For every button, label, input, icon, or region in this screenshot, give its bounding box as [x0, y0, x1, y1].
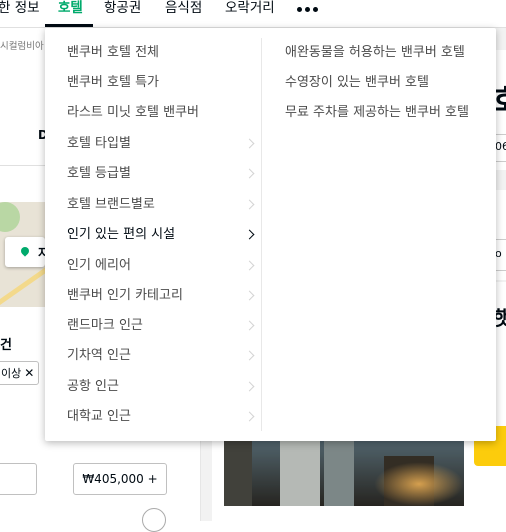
- date-field-value: 06: [495, 140, 506, 153]
- nav-restaurants[interactable]: 음식점: [165, 0, 202, 18]
- menu-item-label: 기차역 인근: [67, 348, 131, 363]
- menu-item-label: 밴쿠버 호텔 전체: [67, 45, 159, 60]
- menu-item-last-minute[interactable]: 라스트 미닛 호텔 밴쿠버: [67, 102, 261, 124]
- menu-item-label: 호텔 브랜드별로: [67, 197, 155, 212]
- menu-item-popular-amenities[interactable]: 인기 있는 편의 시설: [67, 224, 261, 246]
- chevron-right-icon: [244, 138, 255, 149]
- menu-item-label: 인기 에리어: [67, 258, 131, 273]
- menu-item-label: 호텔 등급별: [67, 166, 131, 181]
- dropdown-categories: 밴쿠버 호텔 전체 밴쿠버 호텔 특가 라스트 미닛 호텔 밴쿠버 호텔 타입별…: [45, 28, 261, 441]
- menu-item-label: 인기 있는 편의 시설: [67, 227, 176, 242]
- menu-item-popular-areas[interactable]: 인기 에리어: [67, 255, 261, 277]
- map-pin-icon: [19, 245, 31, 257]
- menu-item-popular-categories[interactable]: 밴쿠버 인기 카테고리: [67, 285, 261, 307]
- close-icon[interactable]: ✕: [24, 366, 34, 380]
- submenu-item-with-pool[interactable]: 수영장이 있는 밴쿠버 호텔: [285, 72, 429, 94]
- view-map-button[interactable]: 지: [5, 237, 49, 267]
- chevron-right-icon: [244, 290, 255, 301]
- filter-heading: 건: [0, 338, 12, 353]
- active-tab-indicator: [45, 24, 93, 27]
- guests-field-value: o: [495, 247, 502, 260]
- chevron-right-icon: [244, 199, 255, 210]
- menu-item-by-type[interactable]: 호텔 타입별: [67, 133, 261, 155]
- menu-item-label: 밴쿠버 인기 카테고리: [67, 288, 183, 303]
- more-dots-icon[interactable]: [297, 7, 318, 12]
- menu-item-label: 라스트 미닛 호텔 밴쿠버: [67, 105, 199, 120]
- nav-flights[interactable]: 항공권: [104, 0, 141, 18]
- menu-item-near-universities[interactable]: 대학교 인근: [67, 406, 261, 428]
- submenu-item-free-parking[interactable]: 무료 주차를 제공하는 밴쿠버 호텔: [285, 102, 469, 124]
- nav-hotels[interactable]: 호텔: [58, 0, 83, 18]
- active-filter-chip[interactable]: 이상 ✕: [0, 361, 40, 385]
- max-price-button[interactable]: ₩405,000 +: [73, 463, 167, 495]
- menu-item-by-brand[interactable]: 호텔 브랜드별로: [67, 194, 261, 216]
- chevron-right-icon: [244, 350, 255, 361]
- radio-option[interactable]: [142, 508, 166, 532]
- menu-item-near-landmarks[interactable]: 랜드마크 인근: [67, 315, 261, 337]
- chip-label: 이상: [1, 367, 22, 380]
- menu-item-label: 랜드마크 인근: [67, 318, 143, 333]
- nav-things-to-do[interactable]: 오락거리: [225, 0, 275, 18]
- menu-item-label: 대학교 인근: [67, 409, 131, 424]
- chevron-right-icon: [244, 229, 255, 240]
- menu-item-label: 공항 인근: [67, 379, 119, 394]
- top-nav: 한 정보 호텔 항공권 음식점 오락거리: [0, 0, 506, 28]
- min-price-input[interactable]: [0, 463, 37, 495]
- hotels-dropdown-menu: 밴쿠버 호텔 전체 밴쿠버 호텔 특가 라스트 미닛 호텔 밴쿠버 호텔 타입별…: [45, 28, 496, 441]
- menu-item-by-class[interactable]: 호텔 등급별: [67, 163, 261, 185]
- menu-item-near-stations[interactable]: 기차역 인근: [67, 345, 261, 367]
- submenu-item-pet-friendly[interactable]: 애완동물을 허용하는 밴쿠버 호텔: [285, 42, 465, 64]
- chevron-right-icon: [244, 320, 255, 331]
- dropdown-divider: [261, 38, 262, 431]
- menu-item-all-hotels[interactable]: 밴쿠버 호텔 전체: [67, 42, 261, 64]
- chevron-right-icon: [244, 411, 255, 422]
- breadcrumb[interactable]: 시컬럼비아: [0, 38, 44, 52]
- menu-item-near-airports[interactable]: 공항 인근: [67, 376, 261, 398]
- chevron-right-icon: [244, 168, 255, 179]
- chevron-right-icon: [244, 260, 255, 271]
- menu-item-label: 밴쿠버 호텔 특가: [67, 75, 159, 90]
- menu-item-label: 호텔 타입별: [67, 136, 131, 151]
- chevron-right-icon: [244, 381, 255, 392]
- menu-item-hotel-deals[interactable]: 밴쿠버 호텔 특가: [67, 72, 261, 94]
- nav-travel-info[interactable]: 한 정보: [0, 0, 40, 18]
